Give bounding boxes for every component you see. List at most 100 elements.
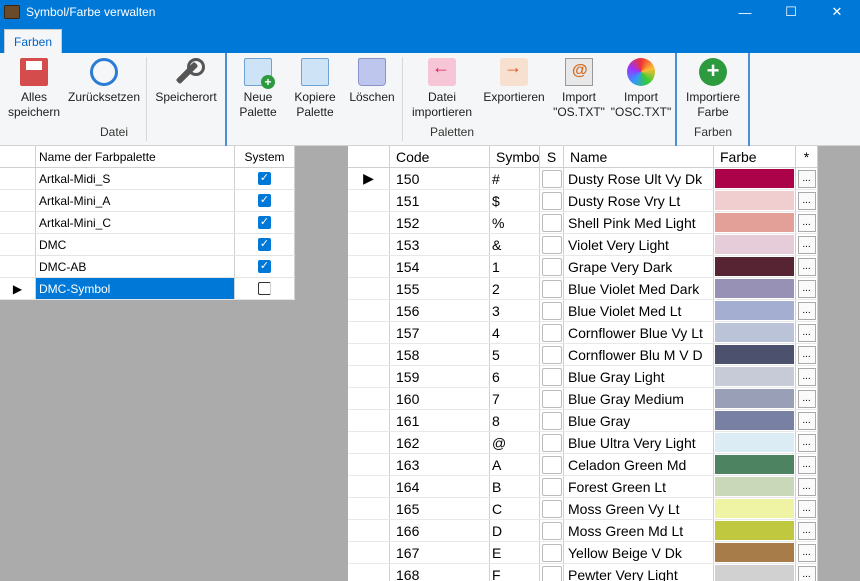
color-row[interactable]: 153 & Violet Very Light... [348,234,818,256]
system-checkbox[interactable] [258,216,271,229]
column-header-s[interactable]: S [540,146,564,167]
system-checkbox[interactable] [258,260,271,273]
pick-color-button[interactable]: ... [797,367,816,386]
save-location-button[interactable]: Speicherort [150,55,222,105]
row-header[interactable] [348,564,390,581]
color-name-cell[interactable]: Blue Violet Med Dark [564,278,714,299]
color-name-cell[interactable]: Moss Green Md Lt [564,520,714,541]
color-row[interactable]: 160 7 Blue Gray Medium... [348,388,818,410]
code-cell[interactable]: 163 [390,454,490,475]
color-name-cell[interactable]: Forest Green Lt [564,476,714,497]
palette-name-cell[interactable]: DMC [36,234,235,255]
palette-row[interactable]: Artkal-Mini_C [0,212,295,234]
save-all-button[interactable]: Alles speichern [6,55,62,120]
system-checkbox[interactable] [258,238,271,251]
code-cell[interactable]: 157 [390,322,490,343]
code-cell[interactable]: 153 [390,234,490,255]
copy-palette-button[interactable]: Kopiere Palette [289,55,341,120]
code-cell[interactable]: 168 [390,564,490,581]
s-toggle[interactable] [541,565,562,581]
code-cell[interactable]: 165 [390,498,490,519]
pick-color-button[interactable]: ... [797,279,816,298]
color-name-cell[interactable]: Blue Violet Med Lt [564,300,714,321]
code-cell[interactable]: 166 [390,520,490,541]
palette-row[interactable]: ▶ DMC-Symbol [0,278,295,300]
palette-row[interactable]: DMC [0,234,295,256]
s-toggle[interactable] [541,257,562,276]
system-checkbox[interactable] [258,194,271,207]
symbol-cell[interactable]: A [490,454,540,475]
symbol-cell[interactable]: 3 [490,300,540,321]
row-header[interactable] [0,212,36,233]
maximize-button[interactable]: ☐ [768,0,814,24]
color-name-cell[interactable]: Shell Pink Med Light [564,212,714,233]
code-cell[interactable]: 167 [390,542,490,563]
color-row[interactable]: 162 @ Blue Ultra Very Light... [348,432,818,454]
symbol-cell[interactable]: E [490,542,540,563]
symbol-cell[interactable]: 8 [490,410,540,431]
s-toggle[interactable] [541,279,562,298]
s-toggle[interactable] [541,389,562,408]
pick-color-button[interactable]: ... [797,169,816,188]
pick-color-button[interactable]: ... [797,543,816,562]
palette-name-cell[interactable]: Artkal-Midi_S [36,168,235,189]
color-name-cell[interactable]: Grape Very Dark [564,256,714,277]
system-checkbox[interactable] [258,172,271,185]
symbol-cell[interactable]: B [490,476,540,497]
row-header[interactable] [348,432,390,453]
color-row[interactable]: 163 A Celadon Green Md... [348,454,818,476]
color-name-cell[interactable]: Violet Very Light [564,234,714,255]
palette-row[interactable]: Artkal-Mini_A [0,190,295,212]
color-row[interactable]: ▶ 150 # Dusty Rose Ult Vy Dk... [348,168,818,190]
import-osc-button[interactable]: Import "OSC.TXT" [610,55,672,120]
pick-color-button[interactable]: ... [797,345,816,364]
color-row[interactable]: 168 F Pewter Very Light... [348,564,818,581]
palette-row[interactable]: Artkal-Midi_S [0,168,295,190]
color-row[interactable]: 166 D Moss Green Md Lt... [348,520,818,542]
pick-color-button[interactable]: ... [797,433,816,452]
s-toggle[interactable] [541,521,562,540]
pick-color-button[interactable]: ... [797,257,816,276]
color-row[interactable]: 155 2 Blue Violet Med Dark... [348,278,818,300]
color-name-cell[interactable]: Blue Gray Medium [564,388,714,409]
row-header[interactable]: ▶ [0,278,36,299]
s-toggle[interactable] [541,213,562,232]
row-header[interactable] [348,476,390,497]
color-name-cell[interactable]: Yellow Beige V Dk [564,542,714,563]
color-name-cell[interactable]: Blue Ultra Very Light [564,432,714,453]
s-toggle[interactable] [541,191,562,210]
row-header[interactable] [348,410,390,431]
row-header[interactable] [348,542,390,563]
symbol-cell[interactable]: 7 [490,388,540,409]
symbol-cell[interactable]: $ [490,190,540,211]
color-name-cell[interactable]: Dusty Rose Ult Vy Dk [564,168,714,189]
symbol-cell[interactable]: D [490,520,540,541]
symbol-cell[interactable]: 1 [490,256,540,277]
import-file-button[interactable]: Datei importieren [406,55,478,120]
close-button[interactable]: ✕ [814,0,860,24]
row-header[interactable] [348,190,390,211]
code-cell[interactable]: 154 [390,256,490,277]
row-header[interactable]: ▶ [348,168,390,189]
column-header-star[interactable]: * [796,146,818,167]
pick-color-button[interactable]: ... [797,411,816,430]
symbol-cell[interactable]: % [490,212,540,233]
s-toggle[interactable] [541,543,562,562]
symbol-cell[interactable]: & [490,234,540,255]
column-header-farbe[interactable]: Farbe [714,146,796,167]
pick-color-button[interactable]: ... [797,521,816,540]
palette-name-cell[interactable]: Artkal-Mini_C [36,212,235,233]
color-row[interactable]: 157 4 Cornflower Blue Vy Lt... [348,322,818,344]
pick-color-button[interactable]: ... [797,455,816,474]
row-header[interactable] [348,278,390,299]
color-name-cell[interactable]: Cornflower Blu M V D [564,344,714,365]
color-row[interactable]: 164 B Forest Green Lt... [348,476,818,498]
color-row[interactable]: 152% Shell Pink Med Light... [348,212,818,234]
palette-name-cell[interactable]: DMC-AB [36,256,235,277]
s-toggle[interactable] [541,345,562,364]
s-toggle[interactable] [541,499,562,518]
color-name-cell[interactable]: Blue Gray [564,410,714,431]
s-toggle[interactable] [541,455,562,474]
symbol-cell[interactable]: F [490,564,540,581]
column-header-symbol[interactable]: Symbo [490,146,540,167]
